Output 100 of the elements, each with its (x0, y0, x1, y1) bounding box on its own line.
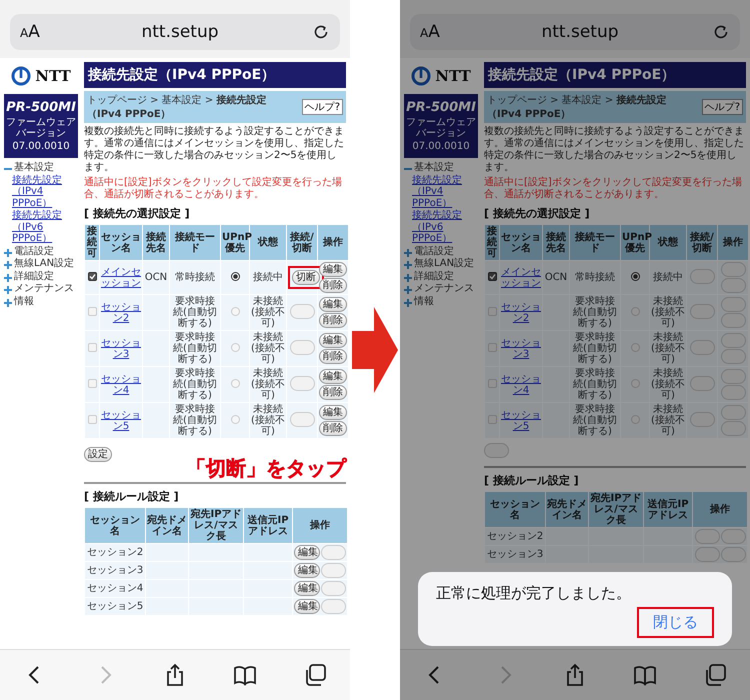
book-icon[interactable] (233, 663, 257, 687)
session-link[interactable]: セッション4 (500, 367, 542, 402)
table-cell: 未接続(接続不可) (250, 295, 286, 330)
session-link[interactable]: セッション4 (100, 367, 142, 402)
session-link[interactable]: セッション5 (500, 403, 542, 438)
menu-item[interactable]: メンテナンス (414, 283, 474, 294)
section-heading: [ 接続ルール設定 ] (484, 473, 580, 488)
table-cell: 要求時接続(自動切断する) (170, 367, 220, 402)
text-size-button[interactable]: AA (20, 22, 80, 42)
table-cell: 要求時接続(自動切断する) (170, 295, 220, 330)
menu-link[interactable]: 接続先設定（IPv6 PPPoE） (4, 210, 78, 244)
menu-link[interactable]: 接続先設定（IPv4 PPPoE） (404, 174, 478, 209)
session-link[interactable]: セッション3 (100, 331, 142, 366)
help-button[interactable]: ヘルプ? (302, 99, 343, 115)
table-button[interactable]: 削除 (319, 421, 347, 436)
address-bar[interactable]: AA ntt.setup (10, 14, 340, 50)
table-button[interactable]: 編集 (319, 262, 347, 277)
column-header: 操作 (693, 492, 747, 527)
tabs-icon[interactable] (703, 663, 727, 687)
menu-link[interactable]: 接続先設定（IPv6 PPPoE） (404, 210, 478, 244)
menu-item[interactable]: 電話設定 (14, 246, 54, 257)
minus-icon[interactable] (4, 165, 12, 173)
dialog-message: 正常に処理が完了しました。 (436, 584, 632, 603)
menu-item[interactable]: 情報 (14, 296, 34, 307)
reload-icon[interactable] (712, 23, 730, 41)
table-button[interactable]: 編集 (319, 405, 347, 420)
column-header: 操作 (318, 225, 348, 260)
table-cell: 常時接続 (170, 261, 220, 294)
radio-button[interactable] (230, 272, 240, 280)
column-header: 接続可 (85, 225, 99, 260)
table-button[interactable]: 削除 (319, 385, 347, 400)
table-cell: セッション4 (85, 580, 145, 597)
text-size-button[interactable]: AA (420, 22, 480, 42)
session-link[interactable]: セッション2 (100, 295, 142, 330)
plus-icon[interactable] (404, 248, 412, 256)
menu-item[interactable]: 無線LAN設定 (414, 258, 474, 270)
menu-link[interactable]: 接続先設定（IPv4 PPPoE） (4, 174, 78, 209)
column-header: 操作 (293, 508, 347, 543)
table-cell: 未接続(接続不可) (650, 295, 686, 330)
plus-icon[interactable] (404, 274, 412, 282)
menu-item[interactable]: 情報 (414, 296, 434, 307)
column-header: セッション名 (100, 225, 142, 260)
session-link[interactable]: メインセッション (500, 261, 542, 294)
plus-icon[interactable] (404, 261, 412, 269)
table-button[interactable]: 編集 (319, 333, 347, 348)
session-link[interactable]: セッション5 (100, 403, 142, 438)
table-cell: 要求時接続(自動切断する) (570, 403, 620, 438)
reload-icon[interactable] (312, 23, 330, 41)
column-header: 宛先ドメイン名 (546, 492, 588, 527)
help-button[interactable]: ヘルプ? (702, 99, 743, 115)
table-button[interactable]: 設定 (84, 447, 112, 462)
menu-item[interactable]: 詳細設定 (14, 270, 54, 282)
table-button[interactable]: 削除 (319, 349, 347, 364)
plus-icon[interactable] (4, 261, 12, 269)
table-cell: セッション2 (85, 544, 145, 561)
menu-item[interactable]: メンテナンス (14, 283, 74, 294)
firmware-label: ファームウェアバージョン (6, 117, 76, 139)
column-header: 状態 (650, 225, 686, 260)
address-bar[interactable]: AA ntt.setup (410, 14, 740, 50)
minus-icon[interactable] (404, 165, 412, 173)
table-cell: セッション3 (485, 546, 545, 563)
logo-text: NTT (35, 67, 71, 85)
table-cell: 未接続(接続不可) (650, 367, 686, 402)
close-button[interactable]: 閉じる (637, 607, 714, 638)
plus-icon[interactable] (4, 274, 12, 282)
table-button[interactable]: 編集 (294, 581, 320, 596)
column-header: 宛先ドメイン名 (146, 508, 188, 543)
menu-item[interactable]: 電話設定 (414, 246, 454, 257)
tabs-icon[interactable] (303, 663, 327, 687)
checkbox[interactable] (488, 272, 496, 280)
plus-icon[interactable] (4, 248, 12, 256)
model-name: PR-500MI (406, 100, 476, 115)
table-button[interactable]: 削除 (319, 278, 347, 293)
table-button[interactable]: 編集 (319, 369, 347, 384)
table-button[interactable]: 編集 (294, 545, 320, 560)
table-button[interactable]: 編集 (294, 599, 320, 614)
menu-item[interactable]: 基本設定 (414, 162, 454, 174)
table-cell: 未接続(接続不可) (650, 331, 686, 366)
plus-icon[interactable] (4, 286, 12, 294)
menu-item[interactable]: 詳細設定 (414, 270, 454, 282)
table-button[interactable]: 編集 (294, 563, 320, 578)
table-cell: セッション3 (85, 562, 145, 579)
menu-item[interactable]: 無線LAN設定 (14, 258, 74, 270)
session-link[interactable]: セッション3 (500, 331, 542, 366)
session-link[interactable]: セッション2 (500, 295, 542, 330)
plus-icon[interactable] (4, 298, 12, 306)
menu-item[interactable]: 基本設定 (14, 162, 54, 174)
radio-button[interactable] (630, 272, 640, 280)
plus-icon[interactable] (404, 298, 412, 306)
plus-icon[interactable] (404, 286, 412, 294)
firmware-version: 07.00.0010 (11, 141, 71, 152)
column-header: 接続先名 (143, 225, 169, 260)
table-button[interactable]: 削除 (319, 313, 347, 328)
table-button[interactable]: 編集 (319, 297, 347, 312)
session-link[interactable]: メインセッション (100, 261, 142, 294)
column-header: 接続モード (170, 225, 220, 260)
table-cell: 要求時接続(自動切断する) (570, 331, 620, 366)
book-icon[interactable] (633, 663, 657, 687)
checkbox[interactable] (88, 272, 96, 280)
table-button[interactable]: 切断 (292, 270, 320, 285)
